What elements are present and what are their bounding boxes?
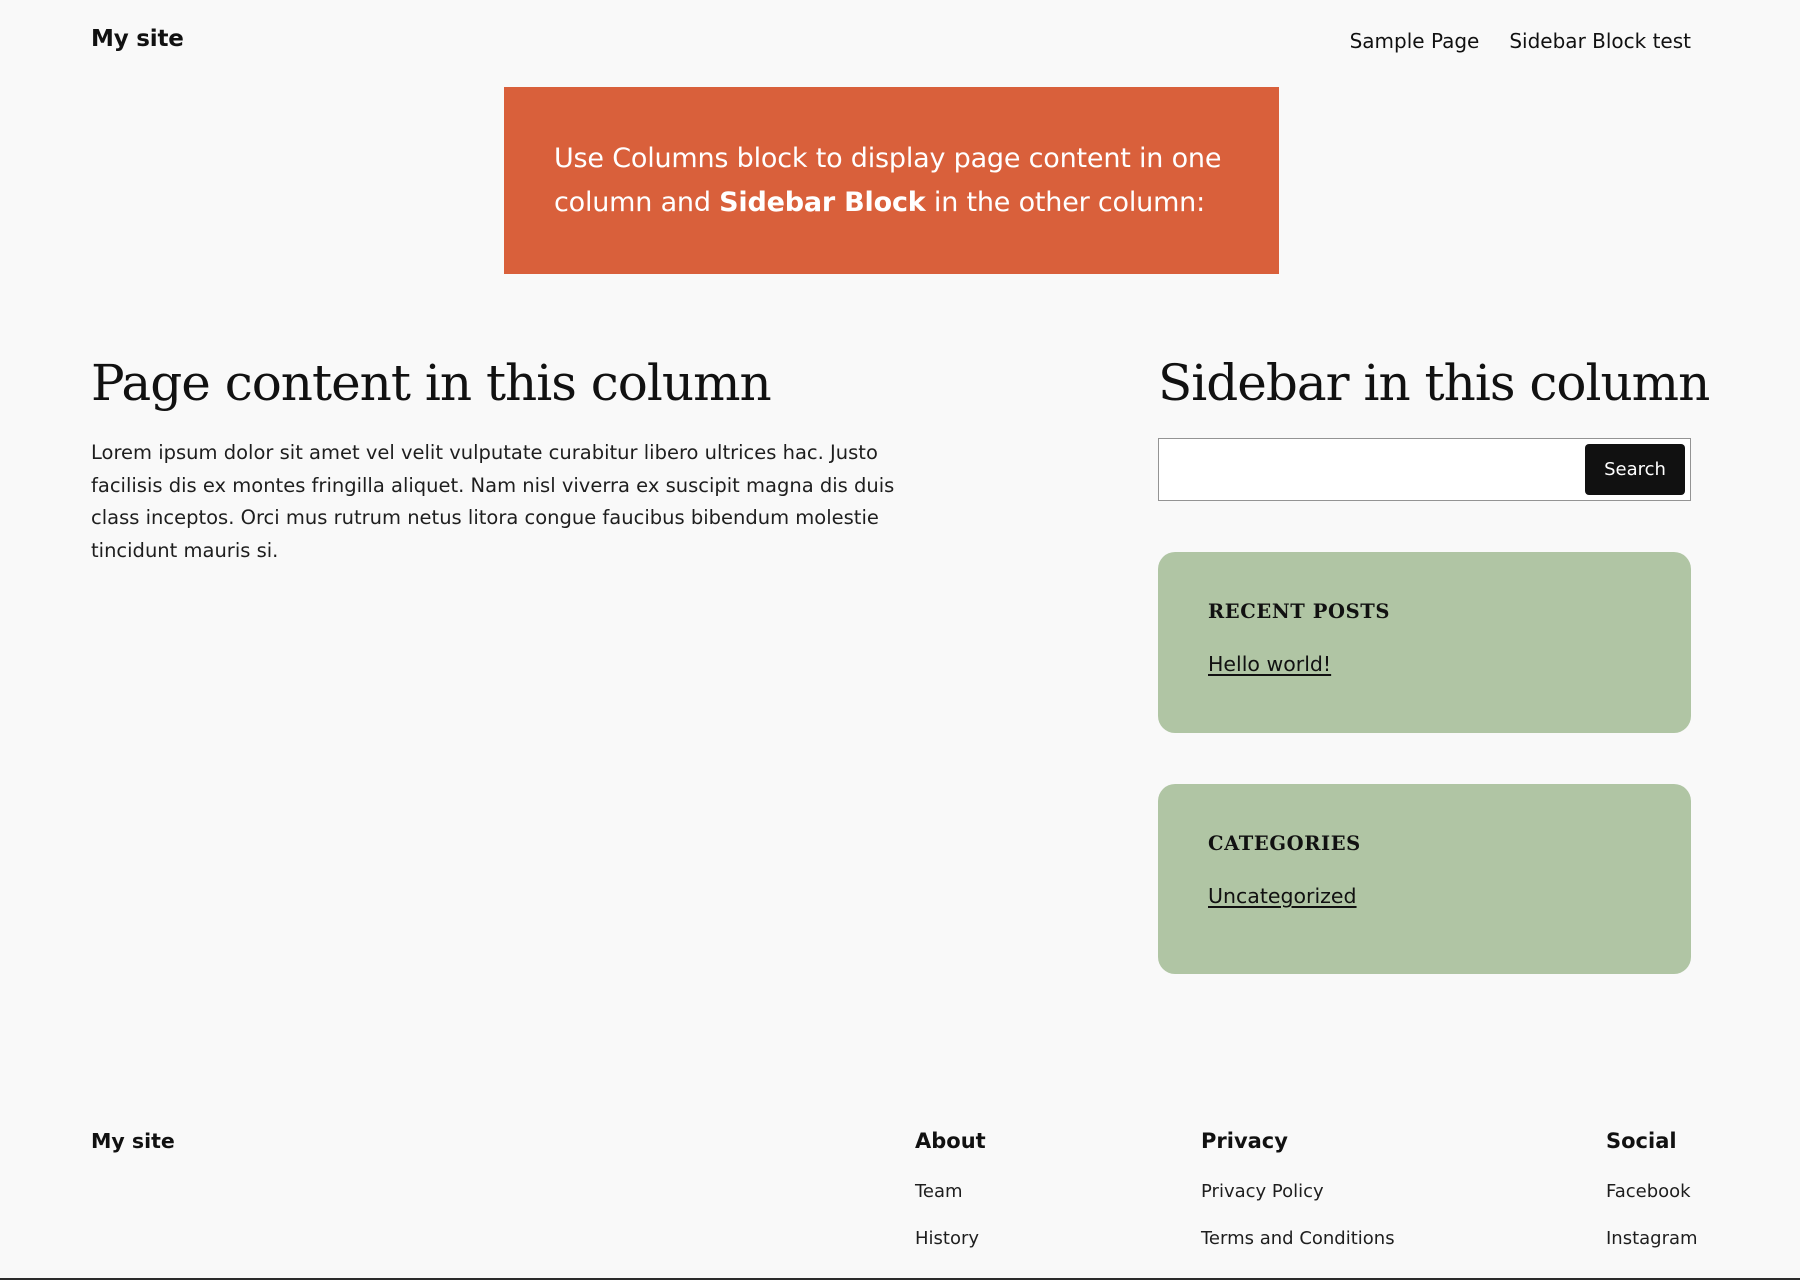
categories-widget: Categories Uncategorized [1158,784,1691,974]
recent-post-link[interactable]: Hello world! [1208,652,1331,676]
nav-item-sidebar-block-test[interactable]: Sidebar Block test [1509,29,1691,53]
footer-heading-about: About [915,1129,986,1153]
categories-title: Categories [1208,832,1361,855]
nav-item-sample-page[interactable]: Sample Page [1350,29,1480,53]
footer-heading-social: Social [1606,1129,1677,1153]
footer-link-team[interactable]: Team [915,1180,986,1204]
footer-link-terms[interactable]: Terms and Conditions [1201,1227,1395,1251]
recent-posts-title: Recent Posts [1208,600,1391,623]
banner-text-end: in the other column: [925,187,1205,218]
search-input[interactable] [1163,443,1579,496]
footer-link-history[interactable]: History [915,1227,986,1251]
footer-link-privacy-policy[interactable]: Privacy Policy [1201,1180,1395,1204]
footer-column-social: Social Facebook Instagram [1606,1127,1698,1251]
recent-posts-widget: Recent Posts Hello world! [1158,552,1691,733]
page-content-heading: Page content in this column [91,354,772,412]
footer-column-privacy: Privacy Privacy Policy Terms and Conditi… [1201,1127,1395,1251]
category-link[interactable]: Uncategorized [1208,884,1357,908]
main-navigation: Sample Page Sidebar Block test [1350,29,1691,53]
site-title-link[interactable]: My site [91,26,184,52]
intro-banner: Use Columns block to display page conten… [504,87,1279,274]
footer-heading-privacy: Privacy [1201,1129,1288,1153]
footer-column-about: About Team History [915,1127,986,1251]
footer-link-facebook[interactable]: Facebook [1606,1180,1698,1204]
page-content-paragraph: Lorem ipsum dolor sit amet vel velit vul… [91,441,895,562]
search-form: Search [1158,438,1691,501]
footer-site-title-link[interactable]: My site [91,1129,175,1153]
footer-link-instagram[interactable]: Instagram [1606,1227,1698,1251]
search-button[interactable]: Search [1585,444,1685,495]
banner-text-bold: Sidebar Block [719,187,926,218]
sidebar-heading: Sidebar in this column [1158,354,1710,412]
